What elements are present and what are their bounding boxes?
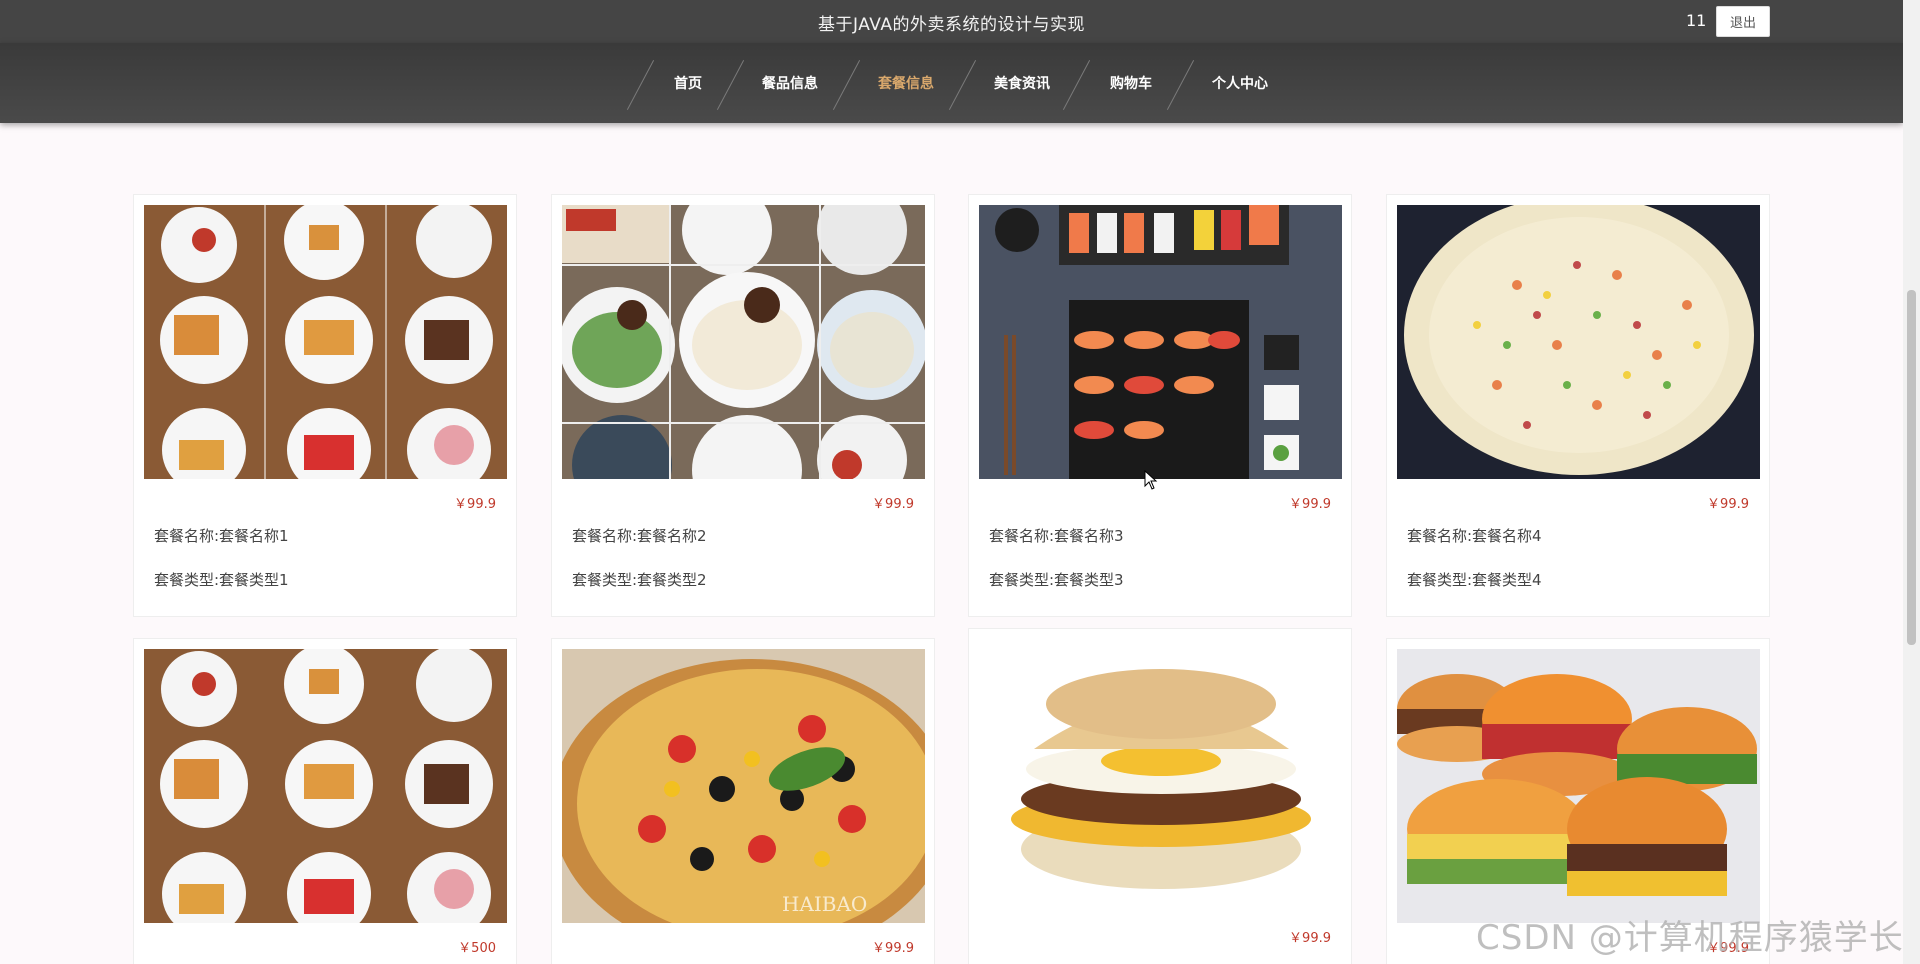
set-meal-name: 套餐名称:套餐名称1 [154, 527, 289, 545]
nav-divider [832, 60, 861, 110]
sushi-image [979, 205, 1342, 479]
set-meal-image[interactable] [144, 649, 507, 923]
set-meal-card[interactable]: ￥99.9 套餐名称:套餐名称2 套餐类型:套餐类型2 [551, 194, 935, 617]
egg-muffin-image [979, 649, 1342, 923]
set-meal-type: 套餐类型:套餐类型2 [572, 571, 707, 589]
nav-divider [1062, 60, 1091, 110]
svg-text:HAIBAO: HAIBAO [782, 892, 867, 916]
set-meal-card[interactable]: HAIBAO ￥99.9 [551, 638, 935, 964]
nav-item-cart[interactable]: 购物车 [1096, 43, 1166, 123]
set-meal-card[interactable]: ￥99.9 套餐名称:套餐名称1 套餐类型:套餐类型1 [133, 194, 517, 617]
set-meal-name: 套餐名称:套餐名称3 [989, 527, 1124, 545]
nav-item-home[interactable]: 首页 [660, 43, 716, 123]
set-meal-image[interactable] [979, 649, 1342, 923]
waffle-breakfast-image [144, 205, 507, 479]
set-meal-price: ￥99.9 [872, 497, 914, 512]
nav-item-set-meals[interactable]: 套餐信息 [866, 43, 946, 123]
nav-item-profile[interactable]: 个人中心 [1200, 43, 1280, 123]
set-meal-name: 套餐名称:套餐名称4 [1407, 527, 1542, 545]
set-meal-image[interactable] [979, 205, 1342, 479]
set-meal-price: ￥99.9 [872, 941, 914, 956]
user-count: 11 [1686, 11, 1707, 30]
nav-divider [1166, 60, 1195, 110]
set-meal-card[interactable]: ￥99.9 套餐名称:套餐名称3 套餐类型:套餐类型3 [968, 194, 1352, 617]
set-meal-card[interactable]: ￥99.9 [968, 628, 1352, 964]
fried-rice-image [1397, 205, 1760, 479]
set-meal-image[interactable]: HAIBAO [562, 649, 925, 923]
nav-item-dishes[interactable]: 餐品信息 [750, 43, 830, 123]
nav-divider [948, 60, 977, 110]
main-nav: 首页 餐品信息 套餐信息 美食资讯 购物车 个人中心 [0, 43, 1903, 123]
set-meal-price: ￥500 [458, 941, 496, 956]
set-meal-price: ￥99.9 [1289, 497, 1331, 512]
scrollbar-thumb[interactable] [1907, 290, 1916, 645]
set-meal-type: 套餐类型:套餐类型4 [1407, 571, 1542, 589]
nav-divider [626, 60, 655, 110]
site-title: 基于JAVA的外卖系统的设计与实现 [818, 15, 1085, 35]
set-meal-name: 套餐名称:套餐名称2 [572, 527, 707, 545]
set-meal-card[interactable]: ￥99.9 套餐名称:套餐名称4 套餐类型:套餐类型4 [1386, 194, 1770, 617]
mouse-cursor-icon [1144, 470, 1158, 490]
set-meal-image[interactable] [1397, 205, 1760, 479]
set-meal-type: 套餐类型:套餐类型3 [989, 571, 1124, 589]
set-meal-price: ￥99.9 [1289, 931, 1331, 946]
set-meal-card[interactable]: ￥500 [133, 638, 517, 964]
top-bar: 基于JAVA的外卖系统的设计与实现 11 退出 [0, 0, 1903, 43]
nav-item-food-news[interactable]: 美食资讯 [982, 43, 1062, 123]
dumplings-image [562, 205, 925, 479]
set-meal-price: ￥99.9 [454, 497, 496, 512]
watermark: CSDN @计算机程序猿学长 [1476, 918, 1904, 958]
pizza-image: HAIBAO [562, 649, 925, 923]
set-meal-image[interactable] [1397, 649, 1760, 923]
nav-divider [716, 60, 745, 110]
logout-button[interactable]: 退出 [1716, 6, 1770, 37]
set-meal-type: 套餐类型:套餐类型1 [154, 571, 289, 589]
set-meal-price: ￥99.9 [1707, 497, 1749, 512]
burgers-image [1397, 649, 1760, 923]
set-meal-image[interactable] [144, 205, 507, 479]
set-meal-image[interactable] [562, 205, 925, 479]
waffle-breakfast-image [144, 649, 507, 923]
